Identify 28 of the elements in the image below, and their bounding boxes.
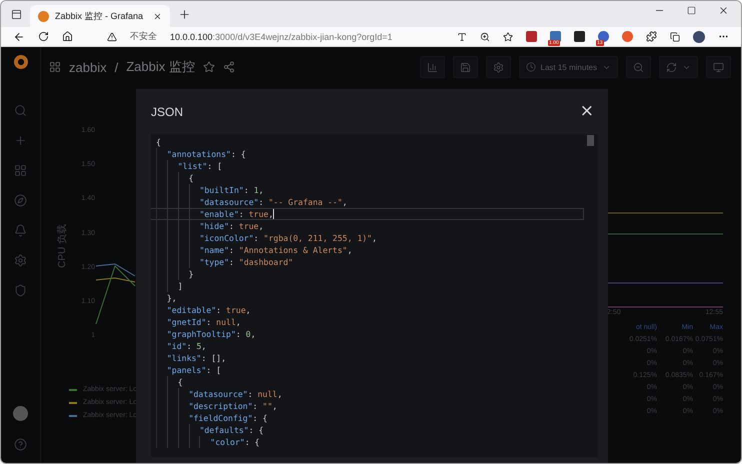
modal-title: JSON xyxy=(151,104,184,118)
code-line: { xyxy=(151,172,584,184)
code-line: "graphTooltip": 0, xyxy=(151,328,584,340)
breadcrumb-separator: / xyxy=(114,60,118,74)
code-line: "list": [ xyxy=(151,160,584,172)
code-line: { xyxy=(155,136,162,148)
code-line: { xyxy=(151,376,584,388)
code-line: "panels": [ xyxy=(151,364,584,376)
code-line: "id": 5, xyxy=(151,340,584,352)
code-line: "type": "dashboard" xyxy=(151,256,584,268)
code-line: "builtIn": 1, xyxy=(151,184,584,196)
code-line: "datasource": null, xyxy=(151,388,584,400)
code-line: } xyxy=(151,268,584,280)
code-line: "color": { xyxy=(151,436,584,448)
code-line: ] xyxy=(151,280,584,292)
code-line: "links": [], xyxy=(151,352,584,364)
code-line: "iconColor": "rgba(0, 211, 255, 1)", xyxy=(151,232,584,244)
code-line: "defaults": { xyxy=(151,424,584,436)
code-line: "hide": true, xyxy=(151,220,584,232)
code-line: }, xyxy=(151,292,584,304)
code-line: "datasource": "-- Grafana --", xyxy=(151,196,584,208)
security-label: 不安全 xyxy=(130,30,157,43)
code-line: "annotations": { xyxy=(151,148,584,160)
code-line: "editable": true, xyxy=(151,304,584,316)
code-line: "fieldConfig": { xyxy=(151,412,584,424)
code-line: "description": "", xyxy=(151,400,584,412)
code-line: "name": "Annotations & Alerts", xyxy=(151,244,584,256)
code-line: "gnetId": null, xyxy=(151,316,584,328)
